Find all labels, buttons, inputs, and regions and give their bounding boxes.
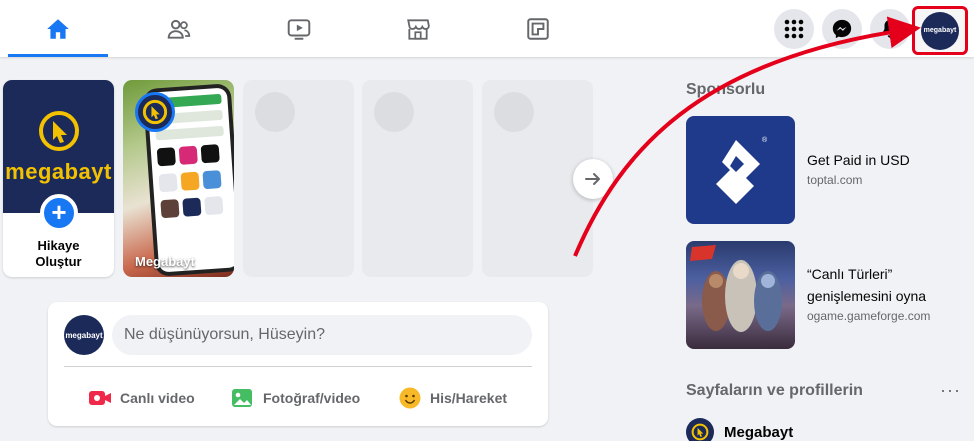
- notifications-button[interactable]: [870, 9, 910, 49]
- nav-tab-home[interactable]: [4, 0, 112, 57]
- photo-video-button[interactable]: Fotoğraf/video: [231, 380, 360, 416]
- page-avatar: [686, 418, 714, 441]
- marketplace-icon: [407, 18, 430, 40]
- page-name: Megabayt: [724, 423, 794, 441]
- create-story-card[interactable]: megabayt + Hikaye Oluştur: [3, 80, 114, 277]
- ad-domain: toptal.com: [807, 173, 863, 187]
- composer-divider: [64, 366, 532, 367]
- story-card-megabayt[interactable]: Megabayt: [123, 80, 234, 277]
- ad-title: Get Paid in USD: [807, 152, 910, 168]
- menu-button[interactable]: [774, 9, 814, 49]
- messenger-icon: [832, 19, 852, 39]
- ad-toptal[interactable]: ® Get Paid in USD toptal.com: [686, 116, 956, 224]
- ad-title-line1: “Canlı Türleri”: [807, 266, 893, 282]
- live-video-icon: [89, 391, 111, 405]
- arrow-right-icon: [585, 173, 600, 185]
- page-item-megabayt[interactable]: Megabayt: [686, 418, 793, 441]
- nav-tab-watch[interactable]: [245, 0, 353, 57]
- story-placeholder: [243, 80, 354, 277]
- megabayt-logo-icon: [691, 423, 709, 441]
- menu-grid-icon: [784, 19, 804, 39]
- toptal-logo-icon: ®: [716, 136, 768, 204]
- live-video-button[interactable]: Canlı video: [88, 380, 195, 416]
- toptal-logo: ®: [686, 116, 795, 224]
- add-story-plus-icon[interactable]: +: [40, 194, 78, 232]
- sponsored-title: Sponsorlu: [686, 81, 766, 98]
- feeling-activity-button[interactable]: His/Hareket: [398, 380, 507, 416]
- nav-tab-friends[interactable]: [125, 0, 233, 57]
- home-icon: [47, 18, 69, 39]
- watch-icon: [287, 18, 311, 40]
- story-author-name: Megabayt: [135, 254, 195, 269]
- create-story-label: Hikaye Oluştur: [35, 238, 82, 269]
- megabayt-logo-icon: [38, 110, 79, 151]
- ogame-characters-image: [690, 245, 782, 332]
- megabayt-logo-icon: [142, 99, 168, 125]
- ad-domain: ogame.gameforge.com: [807, 309, 931, 323]
- gaming-icon: [527, 17, 549, 40]
- story-avatar: [135, 92, 175, 132]
- feeling-smiley-icon: [399, 387, 421, 409]
- whats-on-your-mind-input[interactable]: Ne düşünüyorsun, Hüseyin?: [112, 315, 532, 355]
- profile-avatar[interactable]: megabayt: [921, 11, 959, 50]
- post-composer: megabayt Ne düşünüyorsun, Hüseyin? Canlı…: [48, 302, 548, 426]
- brand-word: megabayt: [5, 158, 112, 184]
- messenger-button[interactable]: [822, 9, 862, 49]
- svg-text:®: ®: [762, 136, 768, 144]
- ogame-ad-image: [686, 241, 795, 349]
- top-navigation-bar: megabayt: [0, 0, 974, 57]
- profile-avatar-highlight[interactable]: megabayt: [912, 6, 968, 55]
- composer-avatar[interactable]: megabayt: [64, 315, 104, 355]
- ad-title-line2: genişlemesini oyna: [807, 288, 927, 304]
- story-placeholder: [362, 80, 473, 277]
- nav-tab-marketplace[interactable]: [364, 0, 472, 57]
- pages-profiles-title: Sayfaların ve profillerin: [686, 382, 863, 399]
- ad-ogame[interactable]: “Canlı Türleri” genişlemesini oyna ogame…: [686, 241, 956, 349]
- stories-next-button[interactable]: [573, 159, 613, 199]
- friends-icon: [167, 19, 191, 39]
- profile-avatar-text: megabayt: [923, 27, 957, 34]
- notifications-bell-icon: [882, 19, 898, 38]
- more-options-button[interactable]: ···: [940, 380, 961, 401]
- photo-video-icon: [232, 389, 252, 407]
- nav-tab-gaming[interactable]: [484, 0, 592, 57]
